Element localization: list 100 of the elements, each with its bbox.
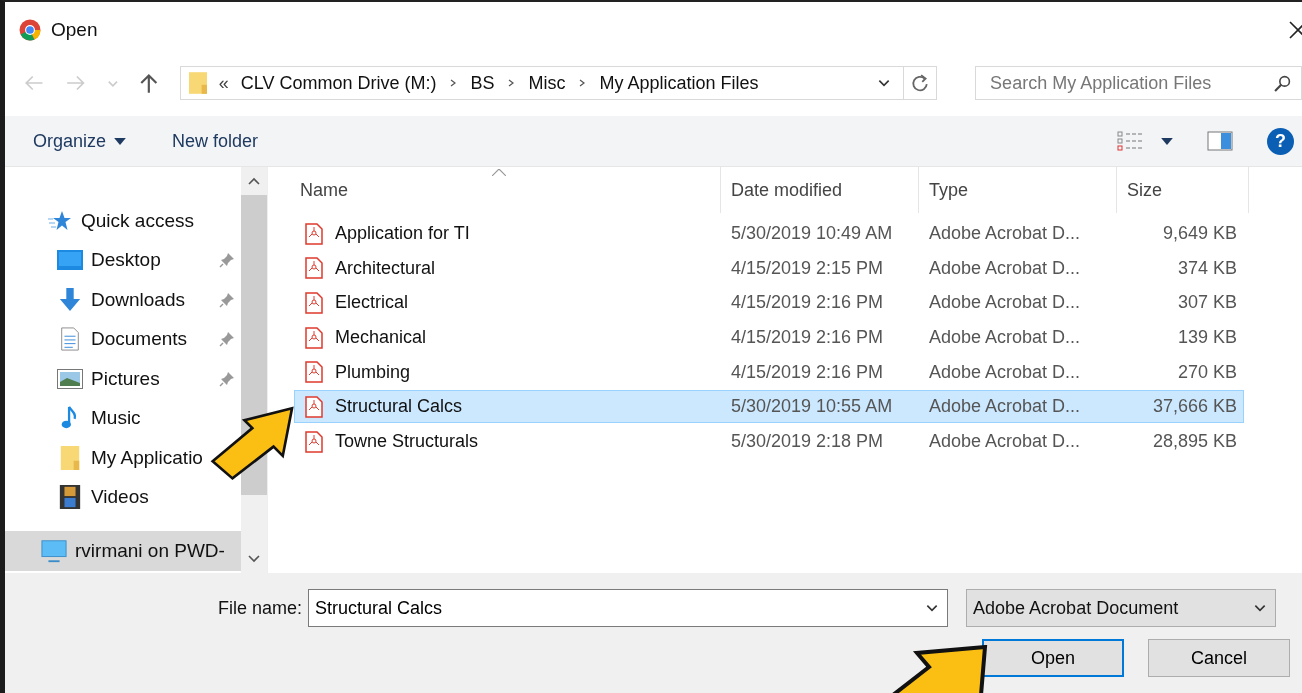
sidebar-label: Videos <box>91 486 149 509</box>
file-row[interactable]: Plumbing 4/15/2019 2:16 PM Adobe Acrobat D... 270 KB <box>294 355 1244 389</box>
sidebar-label: Pictures <box>91 367 160 390</box>
sidebar-item[interactable]: Documents <box>5 319 241 359</box>
date-cell-text: 4/15/2019 2:16 PM <box>730 292 885 314</box>
type-cell-text: Adobe Acrobat D... <box>929 431 1082 453</box>
type-cell-text: Adobe Acrobat D... <box>929 327 1082 349</box>
breadcrumb-item[interactable]: Misc <box>528 72 566 94</box>
sidebar-label: Music <box>91 407 141 430</box>
dialog-button[interactable]: Open <box>982 639 1124 677</box>
type-cell-text: Adobe Acrobat D... <box>929 396 1082 418</box>
date-cell-text: 4/15/2019 2:16 PM <box>730 327 885 349</box>
new-folder-button[interactable]: New folder <box>166 126 265 156</box>
sidebar-label: Quick access <box>81 209 194 232</box>
pdf-file-icon <box>305 291 323 314</box>
pdf-file-icon <box>305 326 323 349</box>
close-icon[interactable] <box>1288 20 1302 40</box>
file-row[interactable]: Architectural 4/15/2019 2:15 PM Adobe Acrobat D... 374 KB <box>294 251 1244 285</box>
date-cell-text: 5/30/2019 10:49 AM <box>730 223 894 244</box>
file-name: Architectural <box>335 257 437 279</box>
type-cell-text: Adobe Acrobat D... <box>929 257 1082 279</box>
column-header[interactable]: Size <box>1117 167 1249 213</box>
window-title: Open <box>51 19 98 41</box>
size-cell-text: 37,666 KB <box>1151 396 1237 418</box>
dropdown-caret-icon[interactable] <box>114 137 127 145</box>
pdf-file-icon <box>305 361 323 384</box>
type-cell-text: Adobe Acrobat D... <box>929 361 1082 383</box>
file-name: Mechanical <box>335 327 428 349</box>
search-icon <box>1274 74 1291 92</box>
file-name: Electrical <box>335 292 410 314</box>
type-cell-text: Adobe Acrobat D... <box>929 292 1082 314</box>
column-header[interactable]: Date modified <box>721 167 919 213</box>
date-cell-text: 4/15/2019 2:15 PM <box>730 257 885 279</box>
scroll-down-icon[interactable] <box>248 555 260 563</box>
pin-icon[interactable] <box>219 291 235 308</box>
dropdown-caret-icon[interactable] <box>1161 137 1173 145</box>
organize-menu[interactable]: Organize <box>27 126 113 156</box>
sidebar-item[interactable]: Quick access <box>5 201 196 241</box>
pin-icon[interactable] <box>219 252 235 269</box>
folder-icon <box>188 71 207 95</box>
file-name-combobox[interactable]: Structural Calcs <box>308 589 949 627</box>
sidebar-label: Documents <box>91 328 188 351</box>
desktop-icon <box>57 248 83 273</box>
sidebar-label: My Applicatio <box>91 446 203 469</box>
file-name: Towne Structurals <box>335 431 480 453</box>
file-name: Structural Calcs <box>335 396 464 418</box>
file-row[interactable]: Towne Structurals 5/30/2019 2:18 PM Adobe Acrobat D... 28,895 KB <box>294 425 1244 459</box>
date-cell-text: 5/30/2019 2:18 PM <box>730 431 885 453</box>
dialog-button[interactable]: Cancel <box>1148 639 1290 677</box>
file-type-dropdown[interactable]: Adobe Acrobat Document <box>966 589 1277 627</box>
file-row[interactable]: Application for TI 5/30/2019 10:49 AM Adobe Acrobat D... 9,649 KB <box>294 217 1244 250</box>
size-cell-text: 9,649 KB <box>1161 223 1237 244</box>
overflow-chevrons[interactable]: « <box>218 72 229 94</box>
search-field[interactable]: Search My Application Files <box>975 66 1302 100</box>
file-name: Plumbing <box>335 361 412 383</box>
file-row[interactable]: Mechanical 4/15/2019 2:16 PM Adobe Acrobat D... 139 KB <box>294 321 1244 355</box>
refresh-icon[interactable] <box>911 74 930 92</box>
file-row[interactable]: Electrical 4/15/2019 2:16 PM Adobe Acrobat D... 307 KB <box>294 286 1244 320</box>
preview-pane-icon[interactable] <box>1207 131 1233 151</box>
computer-icon <box>41 538 67 563</box>
browser-logo-icon <box>19 19 41 41</box>
help-button[interactable]: ? <box>1267 127 1294 155</box>
sidebar-item[interactable]: Pictures <box>5 359 241 399</box>
file-row[interactable]: Structural Calcs 5/30/2019 10:55 AM Adobe Acrobat D... 37,666 KB <box>294 390 1244 424</box>
pdf-file-icon <box>305 257 323 280</box>
sidebar-item[interactable]: Videos <box>5 477 151 517</box>
sidebar-label: rvirmani on PWD- <box>75 539 225 562</box>
pdf-file-icon <box>305 222 323 245</box>
sidebar-item[interactable]: Desktop <box>5 240 241 280</box>
date-cell-text: 5/30/2019 10:55 AM <box>730 396 894 418</box>
file-type-value: Adobe Acrobat Document <box>973 597 1179 619</box>
date-cell-text: 4/15/2019 2:16 PM <box>730 361 885 383</box>
sidebar-item[interactable]: My Applicatio <box>5 438 205 478</box>
picture-icon <box>57 366 83 391</box>
column-header[interactable]: Type <box>919 167 1117 213</box>
address-bar[interactable]: « CLV Common Drive (M:) BS Misc My Application Files <box>179 66 938 100</box>
download-arrow-icon <box>57 287 83 312</box>
sidebar-label: Desktop <box>91 249 161 272</box>
breadcrumb-item[interactable]: My Application Files <box>599 72 759 94</box>
size-cell-text: 139 KB <box>1176 327 1237 349</box>
size-cell-text: 270 KB <box>1176 361 1237 383</box>
column-header[interactable]: Name <box>294 167 721 213</box>
size-cell-text: 374 KB <box>1176 257 1237 279</box>
pdf-file-icon <box>305 430 323 453</box>
file-name: Application for TI <box>335 223 471 244</box>
scroll-up-icon[interactable] <box>248 177 260 185</box>
up-arrow-icon[interactable] <box>138 72 160 94</box>
size-cell-text: 28,895 KB <box>1151 431 1237 453</box>
sidebar-item[interactable]: Downloads <box>5 280 241 320</box>
sidebar-item[interactable]: Music <box>5 398 143 438</box>
pin-icon[interactable] <box>219 370 235 387</box>
pdf-file-icon <box>305 395 323 418</box>
breadcrumb-item[interactable]: CLV Common Drive (M:) <box>240 72 437 94</box>
pin-icon[interactable] <box>219 331 235 348</box>
sidebar-item[interactable]: rvirmani on PWD- <box>5 531 241 571</box>
breadcrumb-item[interactable]: BS <box>470 72 495 94</box>
size-cell-text: 307 KB <box>1176 292 1237 314</box>
film-strip-icon <box>57 485 83 510</box>
type-cell-text: Adobe Acrobat D... <box>929 223 1082 244</box>
file-name-label: File name: <box>218 597 303 619</box>
